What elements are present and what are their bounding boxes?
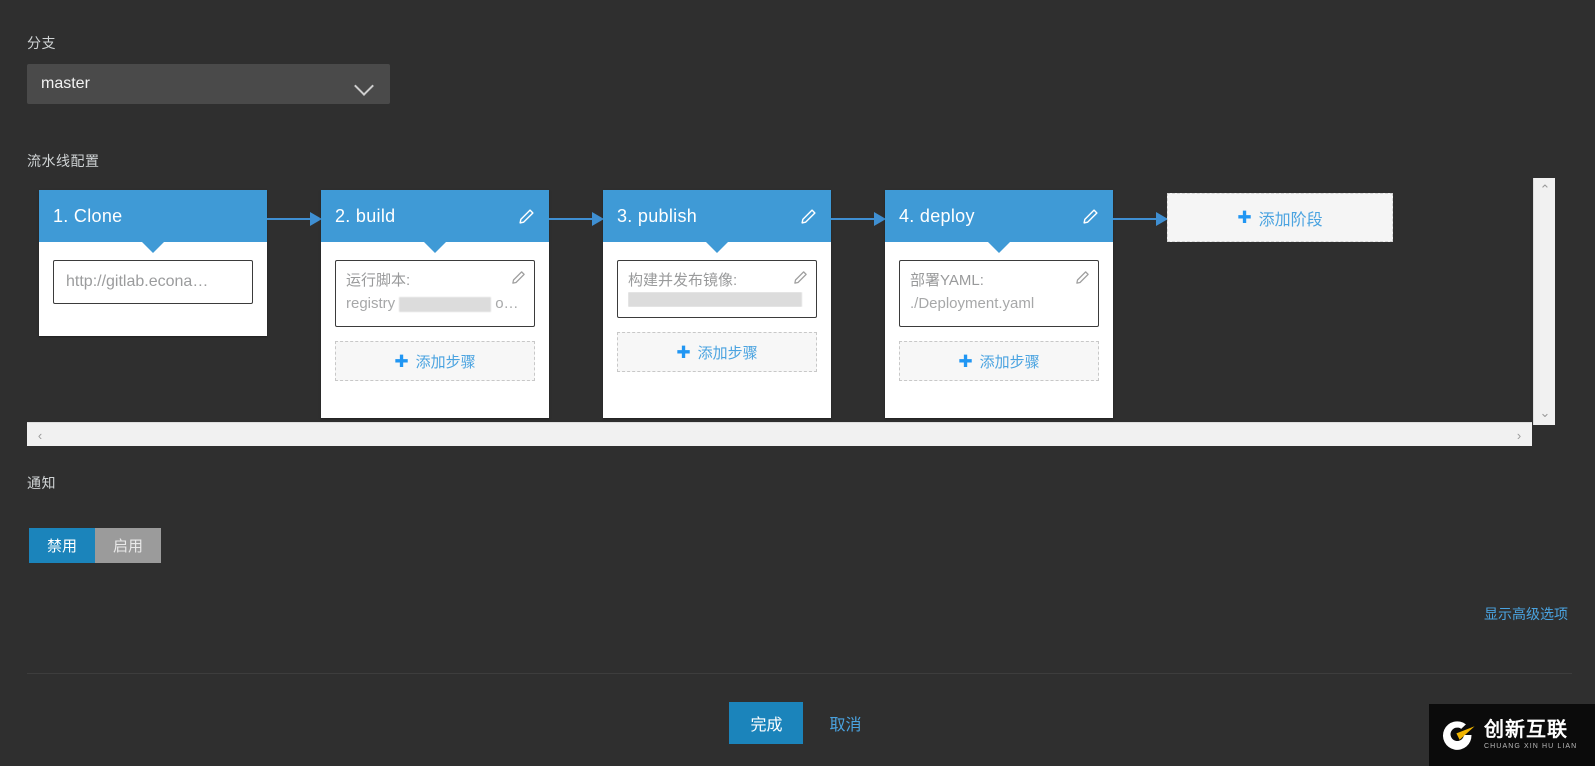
add-step-button[interactable]: ✚ 添加步骤	[335, 341, 535, 381]
scroll-left-icon[interactable]: ‹	[29, 423, 51, 447]
pipeline-horizontal-scrollbar[interactable]: ‹ ›	[27, 422, 1532, 446]
notify-enable-button[interactable]: 启用	[95, 528, 162, 563]
step-box[interactable]: 部署YAML: ./Deployment.yaml	[899, 260, 1099, 327]
plus-icon: ✚	[958, 351, 973, 371]
watermark-en: CHUANG XIN HU LIAN	[1484, 743, 1578, 750]
stage-header-deploy: 4. deploy	[885, 190, 1113, 253]
step-title: 运行脚本:	[346, 272, 411, 289]
scroll-down-icon[interactable]: ⌄	[1534, 403, 1556, 423]
step-title: 部署YAML:	[910, 272, 984, 289]
stage-title: 4. deploy	[899, 205, 975, 226]
brand-mark-icon	[1442, 721, 1475, 750]
pencil-icon[interactable]	[511, 270, 526, 285]
notify-toggle-group: 禁用 启用	[29, 528, 162, 563]
connector-arrow-3	[831, 212, 886, 226]
stage-caret	[988, 242, 1010, 253]
branch-selected-value: master	[41, 75, 90, 92]
step-box[interactable]: 运行脚本: registry o…	[335, 260, 535, 327]
pipeline-canvas: 1. Clone http://gitlab.econa… 2. build 运…	[27, 176, 1532, 424]
redacted-block	[628, 292, 802, 307]
stage-caret	[142, 242, 164, 253]
stage-card-publish[interactable]: 3. publish 构建并发布镜像: ✚ 添加步骤	[603, 190, 831, 418]
add-step-button[interactable]: ✚ 添加步骤	[899, 341, 1099, 381]
stage-caret	[706, 242, 728, 253]
stage-caret	[424, 242, 446, 253]
step-detail-prefix: ./Deployment.yaml	[910, 295, 1035, 312]
pencil-icon[interactable]	[793, 270, 808, 285]
pipeline-vertical-scrollbar[interactable]: ⌃ ⌄	[1533, 178, 1555, 425]
step-detail-prefix: registry	[346, 295, 396, 312]
stage-header-publish: 3. publish	[603, 190, 831, 253]
pencil-icon[interactable]	[1082, 208, 1099, 225]
connector-arrow-1	[267, 212, 322, 226]
step-detail	[628, 292, 806, 307]
stage-body-publish: 构建并发布镜像: ✚ 添加步骤	[603, 242, 831, 372]
add-step-label: 添加步骤	[697, 344, 758, 362]
add-stage-button[interactable]: ✚ 添加阶段	[1167, 193, 1393, 242]
chevron-down-icon	[354, 78, 376, 91]
step-box[interactable]: 构建并发布镜像:	[617, 260, 817, 318]
add-step-label: 添加步骤	[979, 353, 1040, 371]
add-step-button[interactable]: ✚ 添加步骤	[617, 332, 817, 372]
footer-actions: 完成 取消	[0, 702, 1595, 744]
stage-title: 3. publish	[617, 205, 698, 226]
stage-title: 2. build	[335, 205, 396, 226]
plus-icon: ✚	[394, 351, 409, 371]
pencil-icon[interactable]	[1075, 270, 1090, 285]
confirm-button[interactable]: 完成	[729, 702, 804, 744]
step-detail: ./Deployment.yaml	[910, 292, 1088, 316]
pipeline-config-page: 分支 master 流水线配置 1. Clone http://gitlab.e…	[0, 0, 1595, 766]
redacted-block	[399, 296, 492, 312]
pipeline-area: 1. Clone http://gitlab.econa… 2. build 运…	[27, 176, 1555, 446]
step-title: 构建并发布镜像:	[628, 272, 738, 289]
add-stage-label: 添加阶段	[1258, 211, 1323, 229]
branch-select[interactable]: master	[27, 64, 390, 104]
stage-card-deploy[interactable]: 4. deploy 部署YAML: ./Deployment.yaml ✚ 添加…	[885, 190, 1113, 418]
notify-label: 通知	[27, 475, 56, 491]
watermark-text: 创新互联 CHUANG XIN HU LIAN	[1484, 720, 1577, 750]
step-detail-suffix: o…	[495, 295, 519, 312]
plus-icon: ✚	[1237, 208, 1252, 227]
connector-arrow-4	[1113, 212, 1168, 226]
watermark-logo: 创新互联 CHUANG XIN HU LIAN	[1429, 704, 1595, 766]
pencil-icon[interactable]	[518, 208, 535, 225]
plus-icon: ✚	[676, 342, 691, 362]
scroll-up-icon[interactable]: ⌃	[1534, 180, 1556, 200]
footer-divider	[27, 673, 1572, 674]
clone-url-input[interactable]: http://gitlab.econa…	[53, 260, 253, 304]
watermark-cn: 创新互联	[1484, 719, 1568, 741]
cancel-button[interactable]: 取消	[825, 711, 865, 735]
stage-title: 1. Clone	[53, 205, 123, 226]
stage-card-clone[interactable]: 1. Clone http://gitlab.econa…	[39, 190, 267, 336]
stage-body-deploy: 部署YAML: ./Deployment.yaml ✚ 添加步骤	[885, 242, 1113, 381]
stage-body-build: 运行脚本: registry o… ✚ 添加步骤	[321, 242, 549, 381]
stage-header-build: 2. build	[321, 190, 549, 253]
stage-card-build[interactable]: 2. build 运行脚本: registry o… ✚ 添加步骤	[321, 190, 549, 418]
notify-disable-button[interactable]: 禁用	[29, 528, 96, 563]
stage-header-clone: 1. Clone	[39, 190, 267, 253]
add-step-label: 添加步骤	[415, 353, 476, 371]
connector-arrow-2	[549, 212, 604, 226]
show-advanced-options-link[interactable]: 显示高级选项	[1484, 604, 1568, 624]
step-detail: registry o…	[346, 292, 524, 316]
pencil-icon[interactable]	[800, 208, 817, 225]
branch-label: 分支	[27, 35, 56, 51]
pipeline-config-label: 流水线配置	[27, 153, 100, 169]
scroll-right-icon[interactable]: ›	[1508, 423, 1530, 447]
